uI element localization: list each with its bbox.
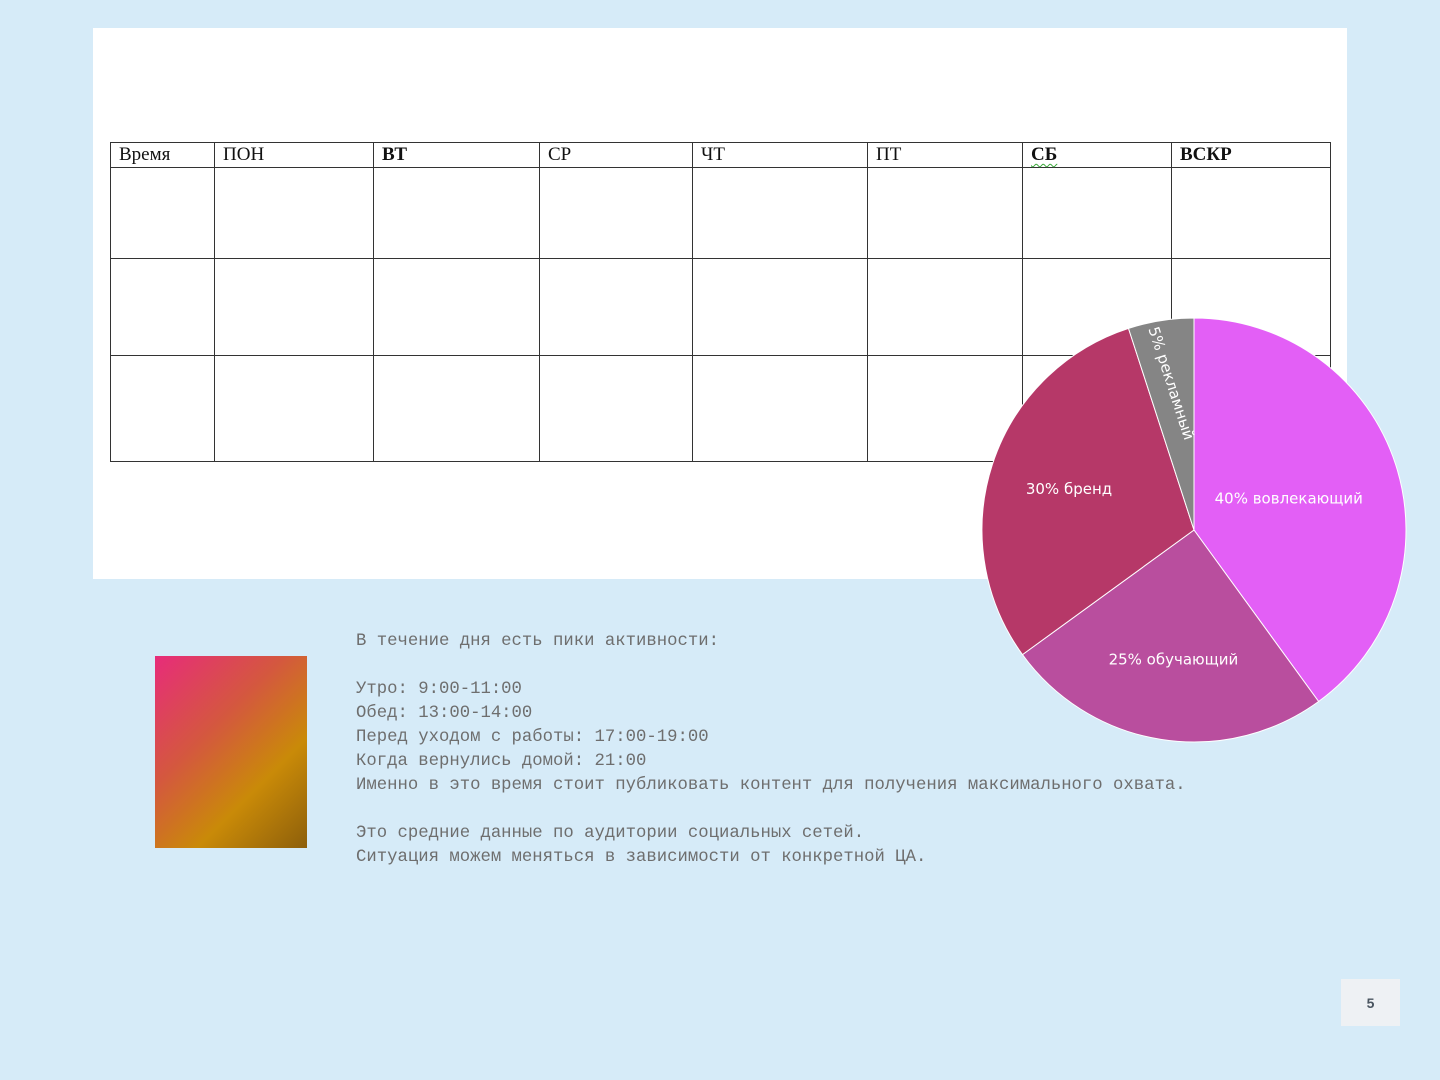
notes-line: Именно в это время стоит публиковать кон… — [356, 776, 1186, 795]
header-mon: ПОН — [214, 142, 374, 168]
notes-line — [356, 798, 1356, 822]
table-cell — [692, 258, 868, 356]
table-cell — [539, 167, 693, 259]
header-tue: ВТ — [373, 142, 540, 168]
table-row — [110, 167, 1331, 259]
table-cell — [373, 258, 540, 356]
activity-notes: В течение дня есть пики активности: Утро… — [356, 630, 1356, 870]
header-sat: СБ — [1022, 142, 1172, 168]
table-cell — [110, 167, 215, 259]
notes-line: Утро: 9:00-11:00 — [356, 680, 522, 699]
slide: Время ПОН ВТ СР ЧТ ПТ СБ ВСКР 40% вовлек… — [0, 0, 1440, 1080]
notes-line: Ситуация можем меняться в зависимости от… — [356, 848, 927, 867]
pie-slice-label: 40% вовлекающий — [1215, 490, 1363, 508]
header-sat-label: СБ — [1031, 144, 1058, 165]
table-cell — [867, 167, 1023, 259]
table-cell — [373, 167, 540, 259]
header-time: Время — [110, 142, 215, 168]
notes-line: Обед: 13:00-14:00 — [356, 704, 533, 723]
gradient-decoration — [155, 656, 307, 848]
table-cell — [539, 355, 693, 462]
table-header-row: Время ПОН ВТ СР ЧТ ПТ СБ ВСКР — [110, 142, 1331, 168]
table-cell — [1022, 167, 1172, 259]
table-cell — [110, 355, 215, 462]
notes-line: Когда вернулись домой: 21:00 — [356, 752, 647, 771]
table-cell — [692, 167, 868, 259]
header-wed: СР — [539, 142, 693, 168]
pie-slice-label: 30% бренд — [1026, 480, 1112, 498]
table-cell — [214, 355, 374, 462]
table-cell — [110, 258, 215, 356]
table-cell — [214, 258, 374, 356]
notes-line: Это средние данные по аудитории социальн… — [356, 824, 865, 843]
notes-line: Перед уходом с работы: 17:00-19:00 — [356, 728, 709, 747]
table-cell — [539, 258, 693, 356]
table-cell — [692, 355, 868, 462]
table-cell — [1171, 167, 1331, 259]
notes-line: В течение дня есть пики активности: — [356, 632, 719, 651]
table-cell — [214, 167, 374, 259]
notes-line — [356, 654, 1356, 678]
header-thu: ЧТ — [692, 142, 868, 168]
page-number: 5 — [1341, 979, 1400, 1026]
table-cell — [373, 355, 540, 462]
header-fri: ПТ — [867, 142, 1023, 168]
header-sun: ВСКР — [1171, 142, 1331, 168]
